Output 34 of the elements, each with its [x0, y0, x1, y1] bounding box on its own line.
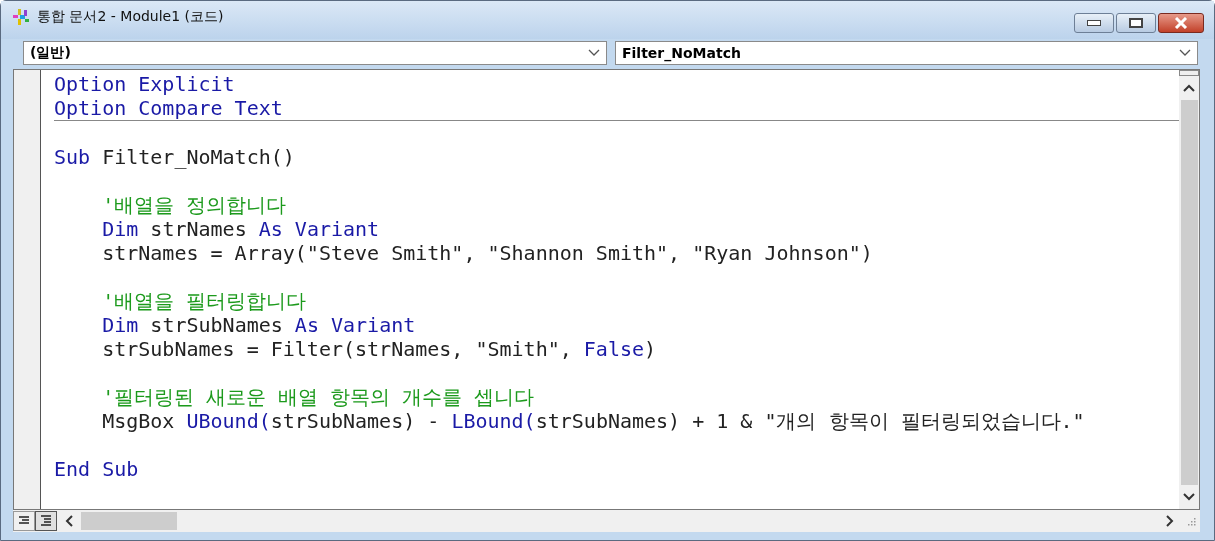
lines-icon: [17, 515, 31, 527]
vertical-scrollbar[interactable]: [1179, 70, 1199, 509]
code-line: Sub Filter_NoMatch(): [54, 145, 296, 169]
minimize-button[interactable]: [1074, 13, 1114, 33]
code-line: MsgBox UBound(strSubNames) - LBound(strSubNames) + 1 & "개의 항목이 필터링되었습니다.": [101, 409, 1086, 433]
code-line: Dim strNames As Variant: [101, 217, 381, 241]
lines-icon: [39, 515, 53, 527]
object-dropdown[interactable]: (일반): [23, 41, 607, 65]
scroll-right-icon[interactable]: [1166, 515, 1174, 527]
scroll-thumb[interactable]: [1180, 100, 1198, 485]
chevron-down-icon: [1179, 49, 1191, 57]
scroll-left-icon[interactable]: [65, 515, 73, 527]
code-line: '배열을 필터링합니다: [101, 289, 308, 313]
procedure-view-button[interactable]: [13, 511, 35, 531]
code-line: Option Compare Text: [54, 96, 284, 120]
scroll-down-icon[interactable]: [1183, 493, 1195, 501]
scroll-up-icon[interactable]: [1183, 84, 1195, 92]
resize-grip-icon[interactable]: [1186, 516, 1196, 526]
procedure-dropdown[interactable]: Filter_NoMatch: [615, 41, 1198, 65]
maximize-button[interactable]: [1116, 13, 1156, 33]
close-button[interactable]: [1158, 13, 1204, 33]
scroll-thumb[interactable]: [81, 512, 177, 530]
code-line: Dim strSubNames As Variant: [101, 313, 417, 337]
code-line: strNames = Array("Steve Smith", "Shannon Smith", "Ryan Johnson"): [101, 241, 874, 265]
molecule-icon: [11, 7, 31, 27]
window-title: 통합 문서2 - Module1 (코드): [37, 8, 225, 26]
code-line: '배열을 정의합니다: [101, 193, 288, 217]
close-icon: [1174, 17, 1188, 29]
code-line: Option Explicit: [54, 72, 236, 96]
chevron-down-icon: [588, 49, 600, 57]
code-line: End Sub: [54, 457, 140, 481]
code-line: '필터링된 새로운 배열 항목의 개수를 셉니다: [101, 385, 536, 409]
full-module-view-button[interactable]: [35, 511, 57, 531]
code-line: strSubNames = Filter(strNames, "Smith", False): [101, 337, 658, 361]
